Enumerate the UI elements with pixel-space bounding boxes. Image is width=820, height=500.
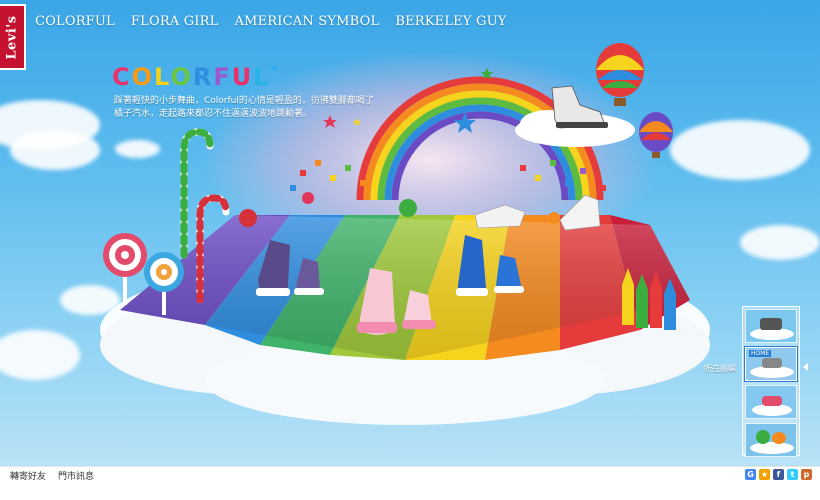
levis-logo[interactable]: Levi's bbox=[0, 4, 26, 70]
island-thumbnail-4[interactable] bbox=[745, 423, 797, 457]
nav-item-american-symbol[interactable]: AMERICAN SYMBOL bbox=[234, 14, 379, 29]
home-badge: HOME bbox=[749, 350, 772, 357]
star-icon[interactable]: ★ bbox=[759, 469, 770, 480]
panel-arrow-icon[interactable] bbox=[803, 363, 808, 371]
hero-stage: Levi's COLORFUL FLORA GIRL AMERICAN SYMB… bbox=[0, 0, 820, 466]
main-nav: COLORFUL FLORA GIRL AMERICAN SYMBOL BERK… bbox=[35, 14, 507, 29]
hero-description: 踩著輕快的小步舞曲，Colorful的心情是輕盈的，彷彿雙腳都喝了 橘子汽水，走… bbox=[114, 95, 379, 121]
logo-text: Levi's bbox=[4, 14, 20, 60]
nav-item-berkeley-guy[interactable]: BERKELEY GUY bbox=[395, 14, 506, 29]
share-bar: G ★ f t p bbox=[745, 469, 812, 480]
island-thumbnail-2[interactable]: HOME bbox=[744, 346, 798, 382]
twitter-icon[interactable]: t bbox=[787, 469, 798, 480]
nav-item-flora-girl[interactable]: FLORA GIRL bbox=[131, 14, 219, 29]
title-letter: L bbox=[253, 63, 271, 91]
facebook-icon[interactable]: f bbox=[773, 469, 784, 480]
title-letter: O bbox=[170, 63, 193, 91]
title-star-icon: * bbox=[270, 63, 280, 79]
description-line: 橘子汽水，走起路來都忍不住邁邁波波地跳動著。 bbox=[114, 109, 313, 119]
forward-to-friend-link[interactable]: 轉寄好友 bbox=[10, 469, 46, 482]
island-thumbnail-panel: HOME bbox=[742, 306, 800, 457]
nav-item-colorful[interactable]: COLORFUL bbox=[35, 14, 115, 29]
plurk-icon[interactable]: p bbox=[801, 469, 812, 480]
title-letter: L bbox=[154, 63, 171, 91]
footer: 轉寄好友 門市訊息 G ★ f t p bbox=[0, 466, 820, 500]
hero-title: COLORFUL* bbox=[112, 63, 280, 91]
title-letter: F bbox=[213, 63, 232, 91]
title-letter: O bbox=[131, 63, 155, 91]
island-thumbnail-3[interactable] bbox=[745, 385, 797, 419]
island-location-label: 所在島嶼 bbox=[704, 364, 736, 373]
description-line: 踩著輕快的小步舞曲，Colorful的心情是輕盈的，彷彿雙腳都喝了 bbox=[114, 96, 374, 106]
footer-links: 轉寄好友 門市訊息 bbox=[10, 469, 94, 482]
title-letter: R bbox=[192, 63, 214, 91]
google-icon[interactable]: G bbox=[745, 469, 756, 480]
title-letter: U bbox=[231, 63, 254, 91]
island-thumbnail-1[interactable] bbox=[745, 309, 797, 343]
title-letter: C bbox=[112, 63, 132, 91]
store-info-link[interactable]: 門市訊息 bbox=[58, 469, 94, 482]
